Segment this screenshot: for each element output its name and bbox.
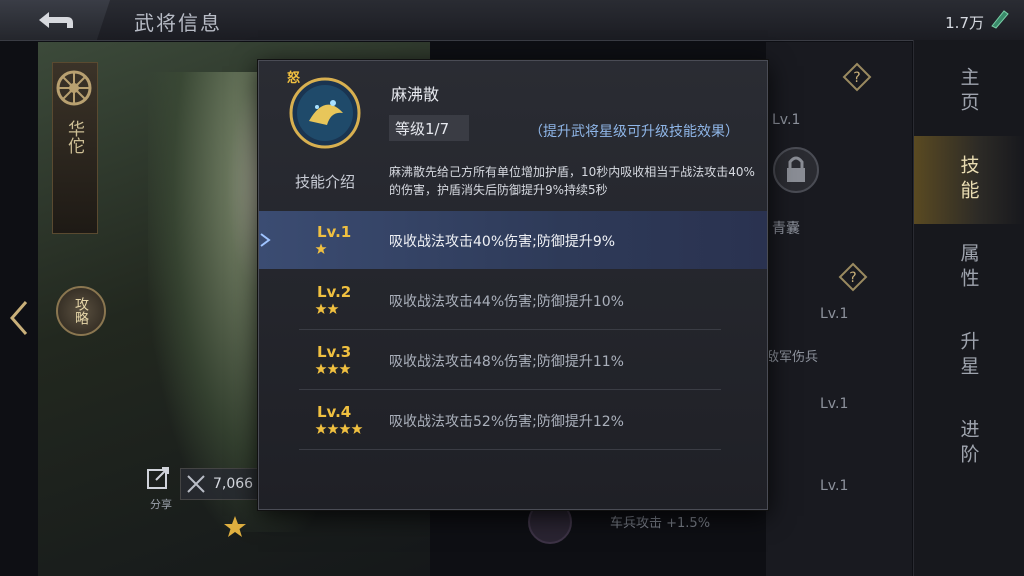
level-stars xyxy=(315,243,327,257)
skill-effect-text: 车兵攻击 +1.5% xyxy=(610,516,711,531)
page-title: 武将信息 xyxy=(134,11,222,35)
star-icon xyxy=(351,423,363,434)
level-description: 吸收战法攻击52%伤害;防御提升12% xyxy=(389,414,624,430)
combat-power-value: 7,066 xyxy=(213,476,254,492)
share-label: 分享 xyxy=(150,498,172,511)
level-row: Lv.2 吸收战法攻击44%伤害;防御提升10% xyxy=(259,271,767,329)
tab-star-up[interactable]: 升星 xyxy=(914,312,1024,400)
help-icon[interactable]: ? xyxy=(842,62,872,92)
skill-level-label: Lv.1 xyxy=(820,306,849,322)
skill-description: 麻沸散先给己方所有单位增加护盾，10秒内吸收相当于战法攻击40%的伤害，护盾消失… xyxy=(389,165,755,197)
tab-attributes[interactable]: 属性 xyxy=(914,224,1024,312)
star-icon xyxy=(315,303,327,314)
tab-home[interactable]: 主页 xyxy=(914,48,1024,136)
prev-hero-arrow-icon[interactable] xyxy=(8,298,30,338)
level-label: Lv.4 xyxy=(317,403,352,421)
skill-level-label: Lv.1 xyxy=(820,396,849,412)
level-description: 吸收战法攻击48%伤害;防御提升11% xyxy=(389,354,624,370)
star-icon xyxy=(315,363,327,374)
skill-name-label: 青囊 xyxy=(772,221,800,237)
level-description: 吸收战法攻击40%伤害;防御提升9% xyxy=(389,234,616,250)
level-stars xyxy=(315,303,339,317)
level-label: Lv.3 xyxy=(317,343,352,361)
skill-effect-text: 敌军伤兵 xyxy=(766,350,819,365)
hero-star-icon xyxy=(224,516,246,537)
crossed-swords-icon xyxy=(187,475,205,493)
level-row: Lv.3 吸收战法攻击48%伤害;防御提升11% xyxy=(259,331,767,389)
skill-name: 麻沸散 xyxy=(391,85,440,104)
right-nav: 主页 技能 属性 升星 进阶 xyxy=(913,40,1024,576)
strategy-button[interactable]: 攻略 xyxy=(56,286,106,336)
star-icon xyxy=(327,423,339,434)
hero-name: 华佗 xyxy=(64,120,84,154)
star-icon xyxy=(327,303,339,314)
level-stars xyxy=(315,363,351,377)
skill-level-label: Lv.1 xyxy=(820,478,849,494)
skill-level-label: Lv.1 xyxy=(772,112,801,128)
lock-icon xyxy=(773,147,819,193)
back-button[interactable] xyxy=(0,0,110,40)
star-icon xyxy=(315,243,327,254)
selected-arrow-icon xyxy=(260,233,271,247)
combat-power: 7,066 xyxy=(180,468,258,500)
divider xyxy=(299,449,721,450)
share-icon[interactable] xyxy=(144,462,174,492)
divider xyxy=(299,329,721,330)
level-label: Lv.1 xyxy=(317,223,352,241)
back-arrow-icon xyxy=(39,12,73,28)
tab-advance[interactable]: 进阶 xyxy=(914,400,1024,488)
jade-currency-icon[interactable] xyxy=(988,8,1010,30)
svg-text:?: ? xyxy=(849,270,856,286)
level-row: Lv.1 吸收战法攻击40%伤害;防御提升9% xyxy=(259,211,767,269)
intro-label: 技能介绍 xyxy=(295,173,356,191)
skill-detail-popup: 怒 麻沸散 等级1/7 （提升武将星级可升级技能效果） 技能介绍 麻沸散先给己方… xyxy=(258,60,768,510)
rage-tag: 怒 xyxy=(287,71,301,86)
svg-text:?: ? xyxy=(853,70,860,86)
star-icon xyxy=(339,423,351,434)
currency-amount: 1.7万 xyxy=(945,14,984,32)
star-icon xyxy=(315,423,327,434)
skill-level: 等级1/7 xyxy=(389,115,469,141)
level-stars xyxy=(315,423,363,437)
divider xyxy=(299,389,721,390)
level-label: Lv.2 xyxy=(317,283,352,301)
level-row: Lv.4 吸收战法攻击52%伤害;防御提升12% xyxy=(259,391,767,449)
top-bar: 武将信息 1.7万 xyxy=(0,0,1024,41)
tab-skills[interactable]: 技能 xyxy=(914,136,1024,224)
faction-wheel-icon xyxy=(56,70,92,106)
upgrade-hint: （提升武将星级可升级技能效果） xyxy=(529,124,739,140)
star-icon xyxy=(327,363,339,374)
help-icon[interactable]: ? xyxy=(838,262,868,292)
star-icon xyxy=(339,363,351,374)
level-description: 吸收战法攻击44%伤害;防御提升10% xyxy=(389,294,624,310)
